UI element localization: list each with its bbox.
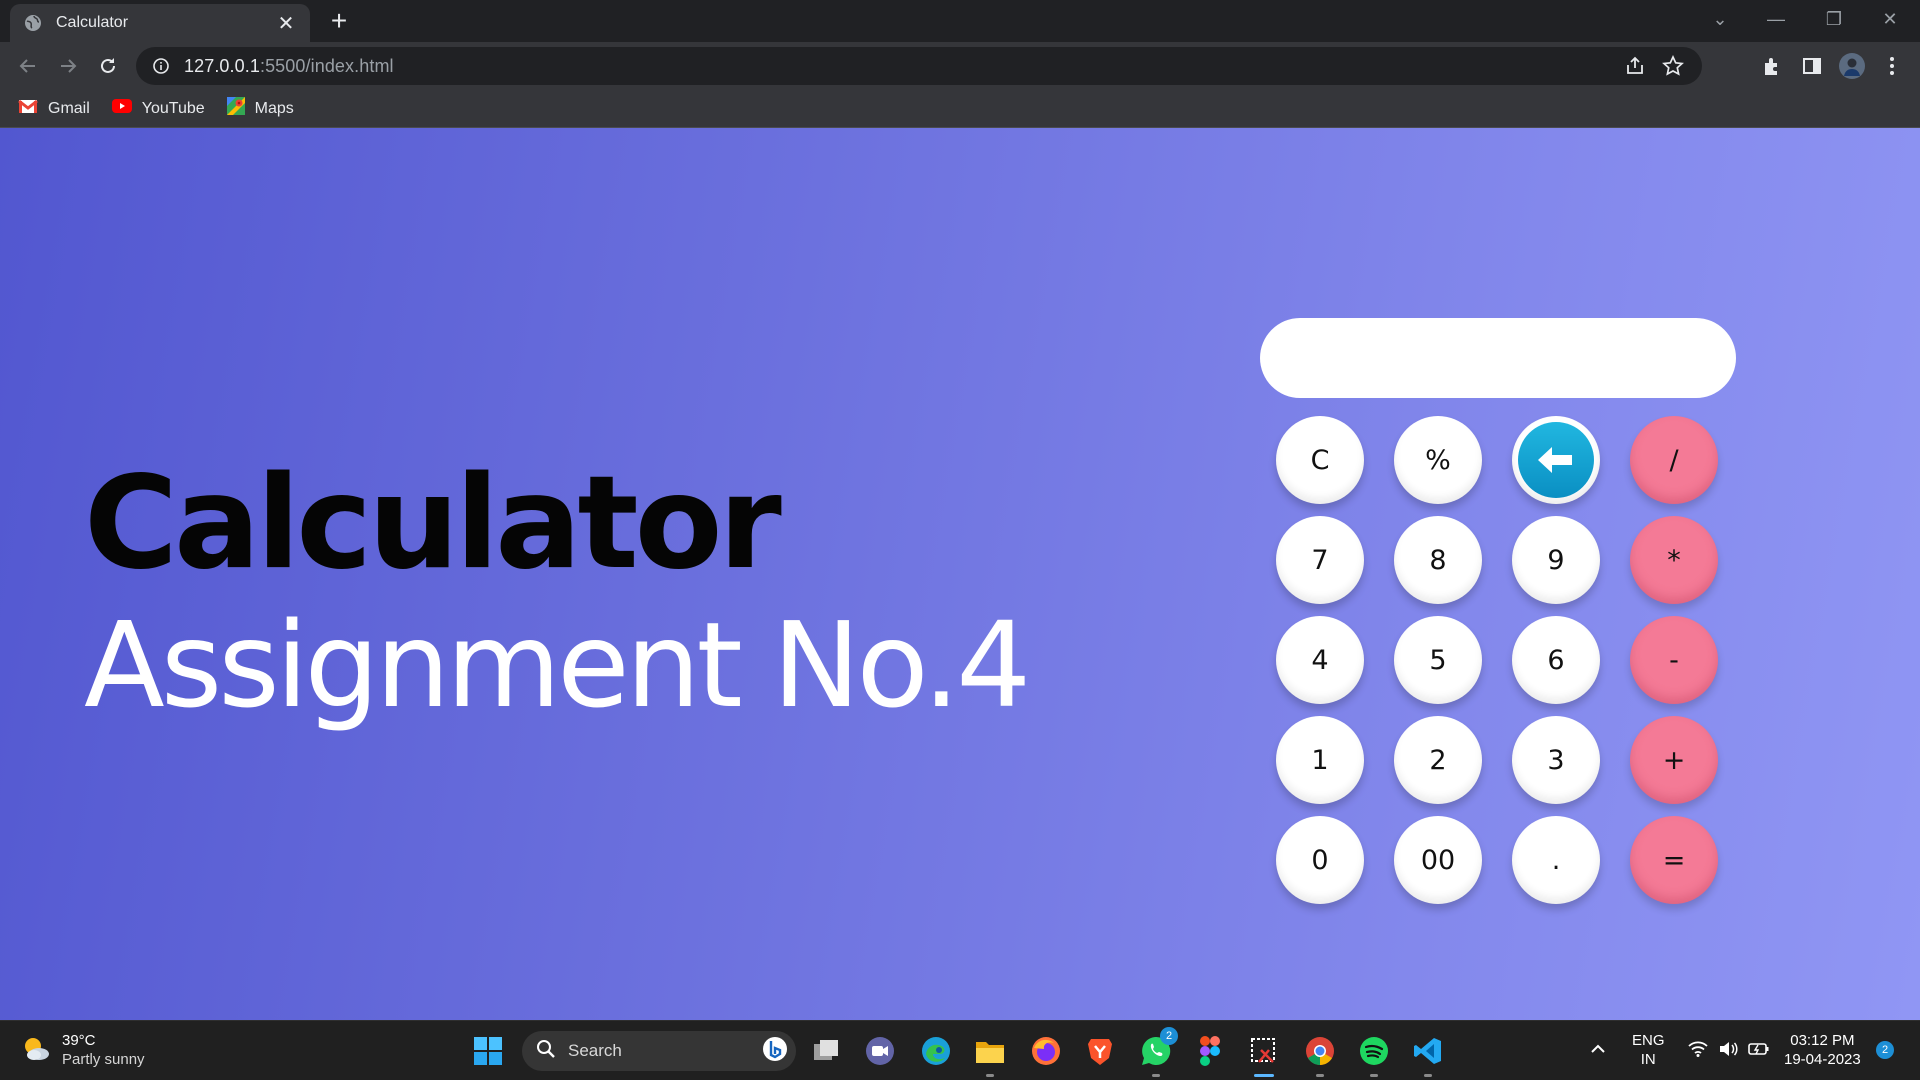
windows-start-icon[interactable] <box>470 1033 506 1069</box>
digit-key[interactable]: 0 <box>1276 816 1364 904</box>
wifi-icon <box>1688 1041 1708 1062</box>
tab-strip: Calculator ✕ + ⌄ — ❐ ✕ <box>0 0 1920 42</box>
extensions-icon[interactable] <box>1756 50 1788 82</box>
whatsapp-icon[interactable]: 2 <box>1138 1027 1178 1077</box>
clock-date: 19-04-2023 <box>1784 1051 1861 1068</box>
edge-icon[interactable] <box>918 1033 954 1069</box>
search-label: Search <box>568 1041 622 1060</box>
bookmarks-bar: Gmail YouTube Maps <box>0 90 1920 128</box>
bing-icon[interactable] <box>762 1036 788 1067</box>
browser-tab[interactable]: Calculator ✕ <box>10 4 310 42</box>
show-hidden-icons[interactable] <box>1590 1039 1606 1058</box>
digit-key[interactable]: 4 <box>1276 616 1364 704</box>
forward-icon[interactable] <box>52 50 84 82</box>
volume-icon <box>1718 1041 1738 1062</box>
task-view-icon[interactable] <box>808 1033 844 1069</box>
page-subheadline: Assignment No.4 <box>84 596 1031 734</box>
battery-icon <box>1748 1041 1770 1062</box>
operator-key[interactable]: + <box>1630 716 1718 804</box>
operator-key[interactable]: * <box>1630 516 1718 604</box>
meet-icon[interactable] <box>862 1033 898 1069</box>
taskbar: 39°C Partly sunny Search 2 ENG IN 03:12 … <box>0 1020 1920 1080</box>
share-icon[interactable] <box>1624 55 1646 82</box>
file-explorer-icon[interactable] <box>972 1033 1008 1077</box>
digit-key[interactable]: % <box>1394 416 1482 504</box>
whatsapp-badge: 2 <box>1160 1027 1178 1045</box>
tab-search-icon[interactable]: ⌄ <box>1700 4 1740 34</box>
clock-time: 03:12 PM <box>1790 1032 1855 1049</box>
digit-key[interactable]: 7 <box>1276 516 1364 604</box>
close-tab-icon[interactable]: ✕ <box>276 11 296 36</box>
digit-key[interactable]: 9 <box>1512 516 1600 604</box>
figma-icon[interactable] <box>1192 1033 1228 1069</box>
digit-key[interactable]: 1 <box>1276 716 1364 804</box>
youtube-icon <box>111 99 132 118</box>
globe-icon <box>24 14 42 32</box>
clock[interactable]: 03:12 PM 19-04-2023 <box>1784 1031 1861 1069</box>
system-tray[interactable] <box>1688 1041 1770 1062</box>
bookmark-youtube[interactable]: YouTube <box>111 99 205 118</box>
gmail-icon <box>18 98 38 119</box>
clear-button[interactable]: C <box>1276 416 1364 504</box>
side-panel-icon[interactable] <box>1796 50 1828 82</box>
bookmark-maps[interactable]: Maps <box>226 97 294 120</box>
weather-condition: Partly sunny <box>62 1051 145 1068</box>
restore-button[interactable]: ❐ <box>1814 4 1854 34</box>
new-tab-button[interactable]: + <box>324 6 354 36</box>
language-indicator[interactable]: ENG IN <box>1632 1031 1665 1069</box>
operator-key[interactable]: - <box>1630 616 1718 704</box>
backspace-arrow-icon <box>1518 422 1594 498</box>
calculator-keypad: C%/7 8 9 * 4 5 6-1 2 3 +0 00. = <box>1276 416 1726 906</box>
digit-key[interactable]: 3 <box>1512 716 1600 804</box>
bookmark-star-icon[interactable] <box>1662 54 1684 82</box>
notification-badge[interactable]: 2 <box>1876 1041 1894 1059</box>
brave-icon[interactable] <box>1082 1033 1118 1069</box>
page-headline: Calculator <box>84 449 782 598</box>
search-icon <box>536 1039 556 1064</box>
digit-key[interactable]: 8 <box>1394 516 1482 604</box>
digit-key[interactable]: 00 <box>1394 816 1482 904</box>
close-window-button[interactable]: ✕ <box>1870 4 1910 34</box>
calculator: C%/7 8 9 * 4 5 6-1 2 3 +0 00. = <box>1260 318 1736 904</box>
partly-sunny-icon <box>20 1032 52 1069</box>
digit-key[interactable]: 2 <box>1394 716 1482 804</box>
operator-key[interactable]: / <box>1630 416 1718 504</box>
bookmark-gmail[interactable]: Gmail <box>18 98 90 119</box>
tab-title: Calculator <box>56 14 129 31</box>
reload-icon[interactable] <box>92 50 124 82</box>
vscode-icon[interactable] <box>1410 1033 1446 1077</box>
address-bar[interactable]: 127.0.0.1:5500/index.html <box>136 47 1702 85</box>
browser-toolbar: 127.0.0.1:5500/index.html <box>0 42 1920 90</box>
digit-key[interactable]: 5 <box>1394 616 1482 704</box>
weather-temperature: 39°C <box>62 1032 96 1049</box>
operator-key[interactable]: = <box>1630 816 1718 904</box>
digit-key[interactable]: . <box>1512 816 1600 904</box>
digit-key[interactable]: 6 <box>1512 616 1600 704</box>
chrome-icon[interactable] <box>1302 1033 1338 1077</box>
weather-widget[interactable]: 39°C Partly sunny <box>20 1031 145 1069</box>
profile-avatar[interactable] <box>1836 50 1868 82</box>
calculator-display[interactable] <box>1260 318 1736 398</box>
taskbar-search[interactable]: Search <box>522 1031 796 1071</box>
minimize-button[interactable]: — <box>1756 4 1796 34</box>
spotify-icon[interactable] <box>1356 1033 1392 1077</box>
backspace-button[interactable] <box>1512 416 1600 504</box>
page-viewport: Calculator Assignment No.4 C% / 7 8 9 * 4 5 6- 1 2… <box>0 128 1920 1020</box>
site-info-icon[interactable] <box>152 57 170 75</box>
chrome-menu-icon[interactable] <box>1876 50 1908 82</box>
back-icon[interactable] <box>12 50 44 82</box>
url-text: 127.0.0.1:5500/index.html <box>184 55 394 76</box>
firefox-icon[interactable] <box>1028 1033 1064 1069</box>
snipping-tool-icon[interactable] <box>1246 1033 1282 1077</box>
maps-icon <box>226 97 245 120</box>
